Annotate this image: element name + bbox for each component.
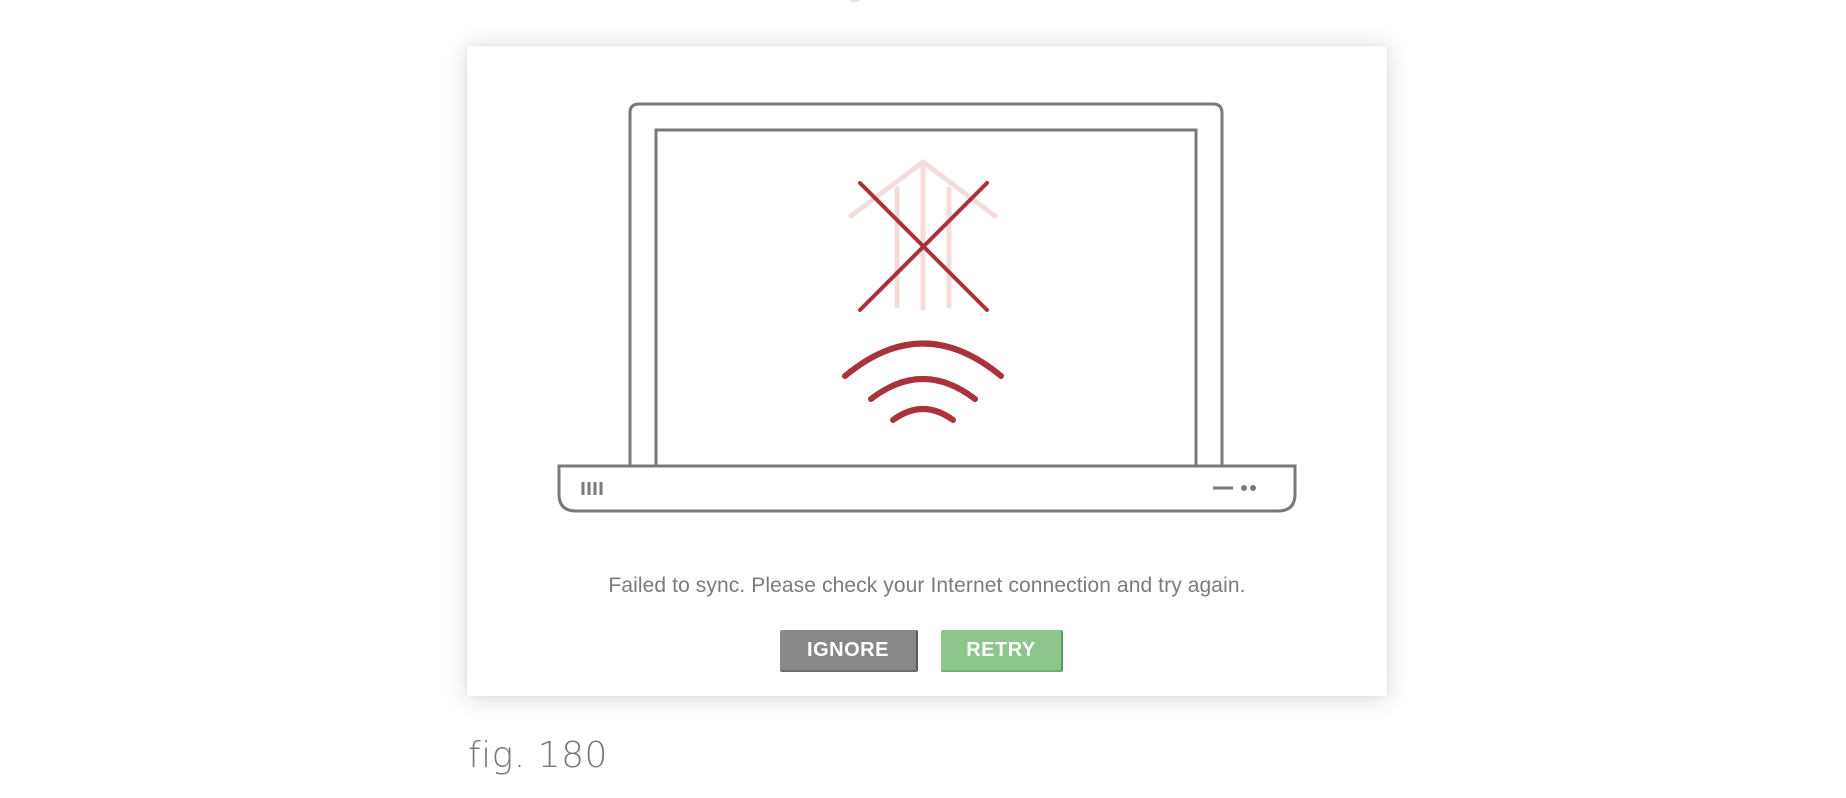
cropped-artifact <box>850 0 860 2</box>
error-message: Failed to sync. Please check your Intern… <box>608 574 1246 597</box>
laptop-base <box>557 464 1297 513</box>
figure-caption: fig. 180 <box>468 735 608 776</box>
retry-button[interactable]: RETRY <box>941 630 1063 672</box>
faded-upload-icon <box>848 158 998 311</box>
ignore-button[interactable]: IGNORE <box>780 630 918 672</box>
laptop-screen <box>654 128 1198 472</box>
dialog-actions: IGNORE RETRY <box>467 630 1387 672</box>
sync-error-dialog: Failed to sync. Please check your Intern… <box>467 46 1387 696</box>
laptop-icon <box>557 102 1297 513</box>
wifi-signal-icon <box>842 340 1004 423</box>
page: Failed to sync. Please check your Intern… <box>0 0 1846 798</box>
